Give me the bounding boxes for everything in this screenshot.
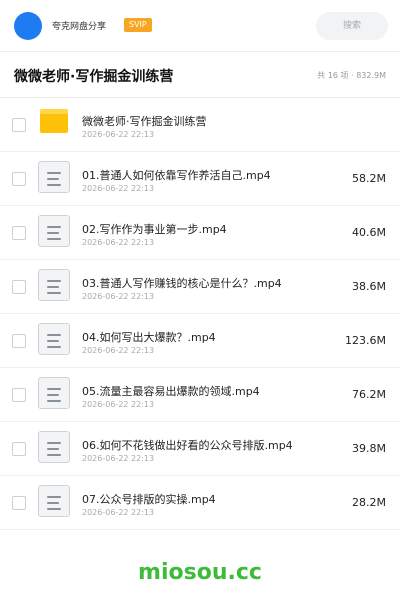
file-row[interactable]: 02.写作作为事业第一步.mp4 2026-06-22 22:13 40.6M bbox=[0, 206, 400, 260]
folder-row[interactable]: 微微老师·写作掘金训练营 2026-06-22 22:13 bbox=[0, 98, 400, 152]
item-size: 39.8M bbox=[352, 442, 386, 455]
item-size: 58.2M bbox=[352, 172, 386, 185]
row-checkbox[interactable] bbox=[12, 496, 26, 510]
file-row[interactable]: 03.普通人写作赚钱的核心是什么？.mp4 2026-06-22 22:13 38.… bbox=[0, 260, 400, 314]
top-bar: 夸克网盘分享 SVIP 搜索 bbox=[0, 0, 400, 52]
row-checkbox[interactable] bbox=[12, 334, 26, 348]
folder-icon bbox=[38, 107, 70, 139]
item-date: 2026-06-22 22:13 bbox=[82, 238, 155, 247]
file-row[interactable]: 04.如何写出大爆款？.mp4 2026-06-22 22:13 123.6M bbox=[0, 314, 400, 368]
folder-meta: 共 16 项 · 832.9M bbox=[317, 71, 386, 80]
file-row[interactable]: 01.普通人如何依靠写作养活自己.mp4 2026-06-22 22:13 58.2… bbox=[0, 152, 400, 206]
item-name: 03.普通人写作赚钱的核心是什么？.mp4 bbox=[82, 277, 282, 290]
file-row[interactable]: 07.公众号排版的实操.mp4 2026-06-22 22:13 28.2M bbox=[0, 476, 400, 530]
item-size: 76.2M bbox=[352, 388, 386, 401]
row-checkbox[interactable] bbox=[12, 226, 26, 240]
watermark: miosou.cc bbox=[138, 560, 262, 585]
item-size: 38.6M bbox=[352, 280, 386, 293]
page-title: 微微老师·写作掘金训练营 bbox=[14, 69, 174, 85]
item-name: 07.公众号排版的实操.mp4 bbox=[82, 493, 216, 506]
file-icon bbox=[38, 161, 70, 193]
item-name: 05.流量主最容易出爆款的领域.mp4 bbox=[82, 385, 260, 398]
row-checkbox[interactable] bbox=[12, 118, 26, 132]
search-input[interactable]: 搜索 bbox=[316, 12, 388, 40]
item-name: 06.如何不花钱做出好看的公众号排版.mp4 bbox=[82, 439, 293, 452]
row-checkbox[interactable] bbox=[12, 280, 26, 294]
file-row[interactable]: 05.流量主最容易出爆款的领域.mp4 2026-06-22 22:13 76.2M bbox=[0, 368, 400, 422]
row-checkbox[interactable] bbox=[12, 442, 26, 456]
item-date: 2026-06-22 22:13 bbox=[82, 454, 155, 463]
svip-badge: SVIP bbox=[124, 18, 152, 32]
item-date: 2026-06-22 22:13 bbox=[82, 508, 155, 517]
item-size: 28.2M bbox=[352, 496, 386, 509]
item-date: 2026-06-22 22:13 bbox=[82, 346, 155, 355]
file-icon bbox=[38, 485, 70, 517]
item-name: 04.如何写出大爆款？.mp4 bbox=[82, 331, 216, 344]
item-name: 02.写作作为事业第一步.mp4 bbox=[82, 223, 227, 236]
item-date: 2026-06-22 22:13 bbox=[82, 292, 155, 301]
file-icon bbox=[38, 215, 70, 247]
item-date: 2026-06-22 22:13 bbox=[82, 184, 155, 193]
file-icon bbox=[38, 377, 70, 409]
item-date: 2026-06-22 22:13 bbox=[82, 400, 155, 409]
item-name: 01.普通人如何依靠写作养活自己.mp4 bbox=[82, 169, 271, 182]
row-checkbox[interactable] bbox=[12, 172, 26, 186]
file-icon bbox=[38, 431, 70, 463]
app-name: 夸克网盘分享 bbox=[52, 22, 107, 32]
item-size: 123.6M bbox=[345, 334, 386, 347]
item-date: 2026-06-22 22:13 bbox=[82, 130, 155, 139]
avatar[interactable] bbox=[14, 12, 42, 40]
file-icon bbox=[38, 269, 70, 301]
row-checkbox[interactable] bbox=[12, 388, 26, 402]
file-row[interactable]: 06.如何不花钱做出好看的公众号排版.mp4 2026-06-22 22:13 39… bbox=[0, 422, 400, 476]
item-name: 微微老师·写作掘金训练营 bbox=[82, 115, 207, 128]
item-size: 40.6M bbox=[352, 226, 386, 239]
file-icon bbox=[38, 323, 70, 355]
folder-header: 微微老师·写作掘金训练营 共 16 项 · 832.9M bbox=[0, 52, 400, 98]
